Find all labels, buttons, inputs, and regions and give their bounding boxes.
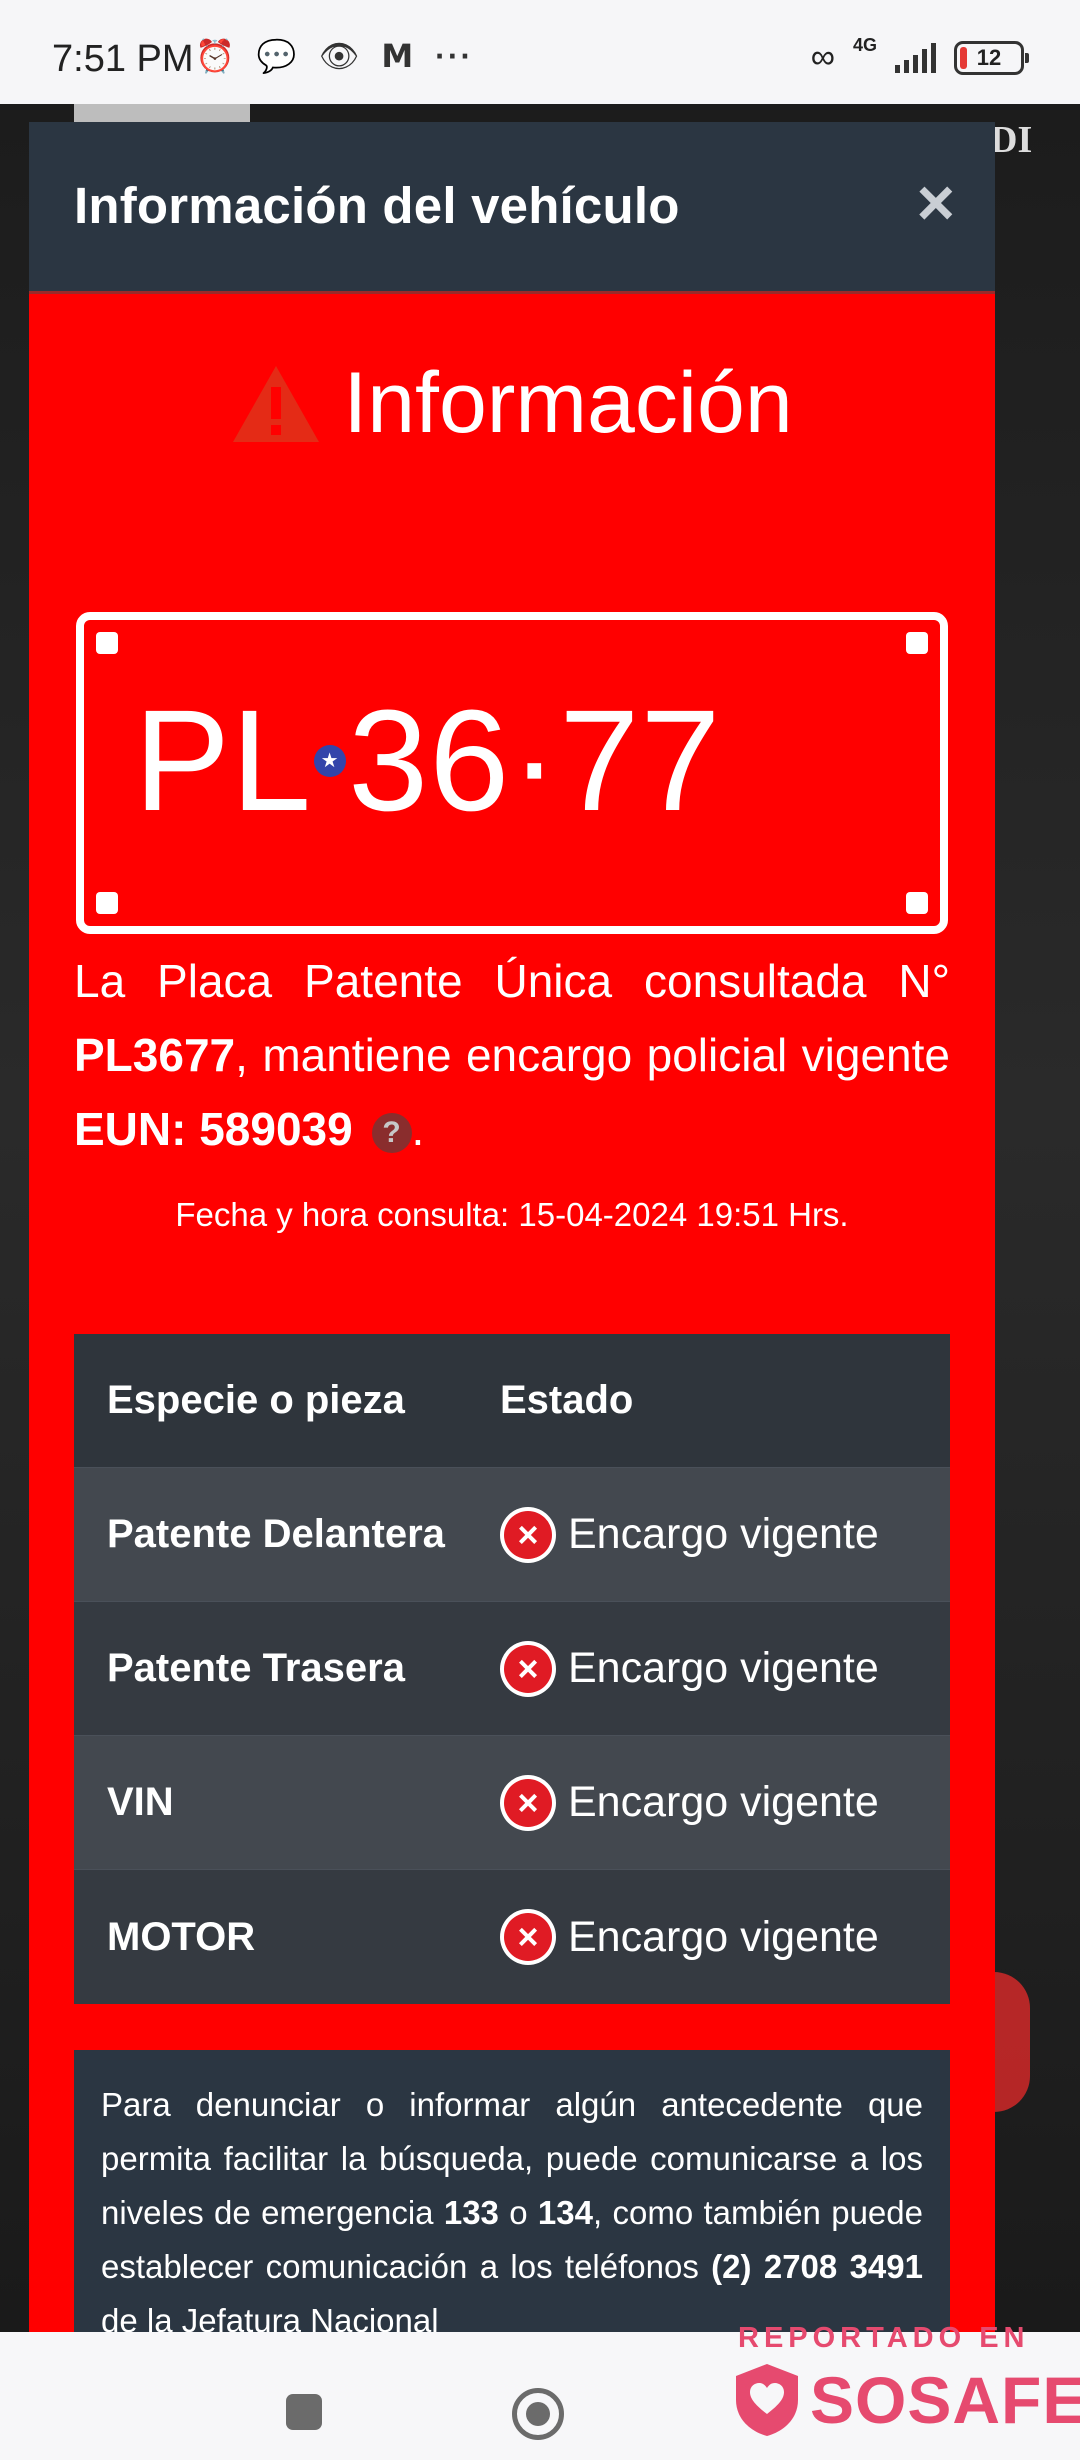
- column-header-item: Especie o pieza: [107, 1378, 405, 1422]
- message-end: .: [411, 1103, 425, 1155]
- table-row: Patente Trasera × Encargo vigente: [74, 1602, 950, 1736]
- alarm-icon: ⏰: [195, 38, 235, 74]
- emergency-number: 133: [443, 2194, 499, 2231]
- info-heading-text: Información: [343, 355, 793, 451]
- warning-icon: [233, 365, 320, 442]
- more-dots-icon: ···: [435, 38, 474, 74]
- result-message: La Placa Patente Única consultada N° PL3…: [74, 944, 950, 1166]
- modal-title: Información del vehículo: [74, 177, 680, 234]
- background-tab: [74, 104, 250, 122]
- home-button[interactable]: [512, 2388, 564, 2440]
- vehicle-info-modal: Información del vehículo × Información P…: [29, 122, 995, 2332]
- column-header-status: Estado: [500, 1378, 634, 1422]
- plate-letters: PL: [134, 680, 313, 841]
- gmail-icon: M: [381, 37, 414, 75]
- row-item: Patente Delantera: [107, 1512, 445, 1556]
- table-row: MOTOR × Encargo vigente: [74, 1870, 950, 2004]
- plate-bolt: [96, 892, 118, 914]
- message-text: La Placa Patente Única consultada N°: [74, 955, 950, 1007]
- status-text: Encargo vigente: [568, 1644, 879, 1692]
- plate-digits-2: 77: [559, 680, 722, 841]
- row-status: × Encargo vigente: [500, 1909, 950, 1965]
- x-mark: ×: [504, 1644, 552, 1693]
- notice-text: de la Jefatura Nacional: [101, 2302, 439, 2332]
- status-text: Encargo vigente: [568, 1778, 879, 1826]
- eun-number: EUN: 589039: [74, 1103, 353, 1155]
- plate-bolt: [96, 632, 118, 654]
- table-row: VIN × Encargo vigente: [74, 1736, 950, 1870]
- info-heading: Información: [29, 354, 995, 453]
- shield-heart-icon: [736, 2364, 798, 2436]
- row-item: Patente Trasera: [107, 1646, 405, 1690]
- eye-icon: 👁: [318, 38, 360, 74]
- recents-button[interactable]: [286, 2394, 322, 2430]
- x-mark: ×: [504, 1778, 552, 1827]
- status-table: Especie o pieza Estado Patente Delantera…: [74, 1334, 950, 2004]
- plate-digits-1: 36: [348, 680, 511, 841]
- watermark-caption: REPORTADO EN: [738, 2322, 1030, 2354]
- plate-separator: ·: [510, 680, 560, 841]
- x-mark: ×: [504, 1913, 552, 1961]
- x-circle-icon: ×: [500, 1774, 556, 1831]
- plate-bold: PL3677: [74, 1029, 236, 1081]
- battery-level: 12: [976, 44, 1002, 70]
- phone-number: (2) 2708 3491: [711, 2248, 923, 2285]
- status-text: Encargo vigente: [568, 1912, 879, 1961]
- x-circle-icon: ×: [500, 1909, 556, 1965]
- signal-icon: [895, 42, 936, 73]
- close-icon[interactable]: ×: [916, 166, 955, 238]
- chile-star-icon: ★: [314, 745, 347, 777]
- row-status: × Encargo vigente: [500, 1506, 950, 1563]
- x-circle-icon: ×: [500, 1506, 556, 1563]
- plate-bolt: [906, 632, 928, 654]
- background-logo: DI: [990, 119, 1033, 161]
- link-icon: ∞: [810, 38, 835, 76]
- battery-icon: 12: [954, 40, 1029, 75]
- modal-header: Información del vehículo ×: [29, 122, 995, 294]
- report-notice: Para denunciar o informar algún antecede…: [74, 2050, 950, 2332]
- help-icon[interactable]: ?: [371, 1112, 412, 1153]
- row-status: × Encargo vigente: [500, 1640, 950, 1697]
- query-datetime: Fecha y hora consulta: 15-04-2024 19:51 …: [175, 1196, 849, 1233]
- row-item: MOTOR: [107, 1914, 256, 1959]
- plate-bolt: [906, 892, 928, 914]
- table-header: Especie o pieza Estado: [74, 1334, 950, 1468]
- status-text: Encargo vigente: [568, 1510, 879, 1558]
- status-time: 7:51 PM: [52, 38, 194, 80]
- x-mark: ×: [504, 1510, 552, 1559]
- status-right: ∞ 4G 12: [810, 35, 1029, 77]
- network-label: 4G: [852, 35, 877, 55]
- emergency-number: 134: [537, 2194, 593, 2231]
- status-bar: 7:51 PM ⏰ 💬 👁 M ··· ∞ 4G 12: [0, 0, 1080, 104]
- row-status: × Encargo vigente: [500, 1774, 950, 1831]
- message-text: , mantiene encargo policial vigente: [235, 1029, 950, 1081]
- notice-text: o: [498, 2194, 538, 2231]
- notification-icons: ⏰ 💬 👁 M ···: [195, 40, 473, 72]
- license-plate: PL ★ 36 · 77: [76, 612, 948, 934]
- table-row: Patente Delantera × Encargo vigente: [74, 1468, 950, 1602]
- x-circle-icon: ×: [500, 1640, 556, 1697]
- watermark-brand: SOSAFE: [810, 2363, 1080, 2437]
- chat-bubble-icon: 💬: [256, 38, 297, 74]
- plate-number: PL ★ 36 · 77: [134, 678, 721, 844]
- watermark-logo: SOSAFE: [732, 2362, 1080, 2438]
- row-item: VIN: [107, 1780, 174, 1824]
